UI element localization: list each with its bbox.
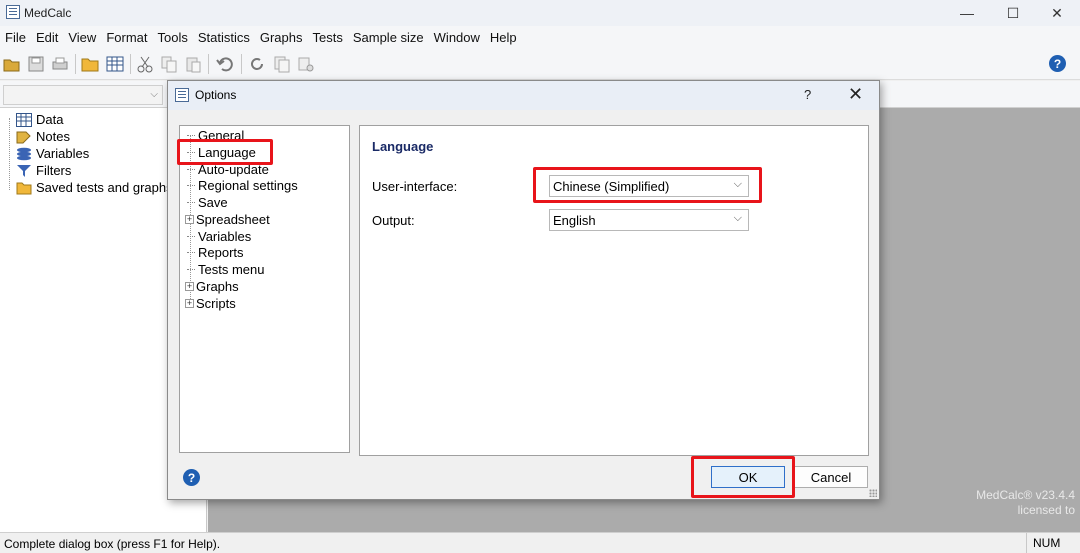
open-icon[interactable]: [3, 55, 21, 73]
category-label: Scripts: [196, 296, 236, 311]
category-reports[interactable]: Reports: [187, 244, 244, 261]
medcalc-app-icon: [6, 5, 20, 19]
tree-item-label: Data: [36, 112, 64, 127]
category-scripts[interactable]: + Scripts: [185, 295, 236, 312]
menu-view[interactable]: View: [63, 30, 101, 45]
spreadsheet-icon[interactable]: [106, 55, 124, 73]
dialog-title: Options: [195, 88, 237, 102]
copy-icon[interactable]: [160, 55, 178, 73]
paste-icon[interactable]: [184, 55, 202, 73]
toolbar: [0, 48, 1080, 80]
menu-bar: File Edit View Format Tools Statistics G…: [0, 26, 1080, 48]
chevron-down-icon: ⌵: [150, 89, 158, 100]
options-category-tree: General Language Auto-update Regional se…: [179, 125, 350, 453]
filter-icon: [17, 164, 31, 177]
category-label: Save: [198, 195, 228, 210]
highlight-ok-button: [691, 456, 795, 498]
output-label: Output:: [372, 213, 415, 228]
tree-item-label: Variables: [36, 146, 90, 161]
menu-tests[interactable]: Tests: [308, 30, 348, 45]
category-label: Tests menu: [198, 262, 265, 277]
dialog-help-icon[interactable]: ?: [183, 469, 200, 486]
category-label: Regional settings: [198, 178, 298, 193]
highlight-user-interface-select: [533, 167, 762, 203]
category-regional-settings[interactable]: Regional settings: [187, 177, 298, 194]
maximize-button[interactable]: ☐: [990, 0, 1036, 26]
print-icon[interactable]: [51, 55, 69, 73]
menu-tools[interactable]: Tools: [152, 30, 192, 45]
undo-icon[interactable]: [216, 55, 234, 73]
selected-value: English: [553, 212, 596, 228]
num-lock-indicator: NUM: [1026, 533, 1080, 553]
cancel-button[interactable]: Cancel: [794, 466, 868, 488]
resize-grip[interactable]: [869, 489, 877, 497]
category-label: Spreadsheet: [196, 212, 270, 227]
category-label: Variables: [198, 229, 252, 244]
chevron-down-icon: ⌵: [733, 212, 742, 224]
category-save[interactable]: Save: [187, 194, 228, 211]
folder-icon: [16, 182, 32, 194]
dialog-app-icon: [175, 88, 189, 102]
open-folder-icon[interactable]: [81, 55, 99, 73]
menu-edit[interactable]: Edit: [31, 30, 63, 45]
cut-icon[interactable]: [136, 55, 154, 73]
version-branding: MedCalc® v23.4.4 licensed to: [976, 488, 1075, 518]
expand-icon[interactable]: +: [185, 215, 194, 224]
highlight-language-category: [177, 139, 273, 165]
output-language-select[interactable]: English ⌵: [549, 209, 749, 231]
tree-item-variables[interactable]: Variables: [16, 145, 89, 162]
license-label: licensed to: [1017, 503, 1075, 517]
copy-page-icon[interactable]: [273, 55, 291, 73]
tree-item-label: Saved tests and graphs: [36, 180, 173, 195]
menu-format[interactable]: Format: [101, 30, 152, 45]
category-tests-menu[interactable]: Tests menu: [187, 261, 264, 278]
save-icon[interactable]: [27, 55, 45, 73]
status-text: Complete dialog box (press F1 for Help).: [4, 537, 221, 551]
tree-item-label: Notes: [36, 129, 70, 144]
panel-heading: Language: [372, 139, 434, 154]
version-label: MedCalc® v23.4.4: [976, 488, 1075, 502]
tree-item-data[interactable]: Data: [16, 111, 63, 128]
user-interface-label: User-interface:: [372, 179, 458, 194]
paste-special-icon[interactable]: [297, 55, 315, 73]
title-bar: MedCalc — ☐ ✕: [0, 0, 1080, 26]
tree-item-notes[interactable]: Notes: [16, 128, 70, 145]
minimize-button[interactable]: —: [944, 0, 990, 26]
tree-item-filters[interactable]: Filters: [16, 162, 71, 179]
notes-icon: [16, 131, 31, 143]
category-spreadsheet[interactable]: + Spreadsheet: [185, 211, 270, 228]
expand-icon[interactable]: +: [185, 282, 194, 291]
menu-file[interactable]: File: [0, 30, 31, 45]
dialog-close-button[interactable]: ✕: [848, 84, 863, 105]
category-label: Reports: [198, 245, 244, 260]
menu-window[interactable]: Window: [429, 30, 485, 45]
menu-graphs[interactable]: Graphs: [255, 30, 308, 45]
window-title: MedCalc: [24, 6, 72, 20]
close-window-button[interactable]: ✕: [1034, 0, 1080, 26]
category-label: Graphs: [196, 279, 239, 294]
options-dialog: Options ? ✕ General Language Auto-update…: [167, 80, 880, 500]
data-grid-icon: [16, 112, 32, 127]
menu-sample-size[interactable]: Sample size: [348, 30, 429, 45]
refresh-icon[interactable]: [248, 55, 266, 73]
expand-icon[interactable]: +: [185, 299, 194, 308]
view-selector-dropdown[interactable]: ⌵: [3, 85, 163, 105]
menu-statistics[interactable]: Statistics: [193, 30, 255, 45]
tree-item-saved-tests[interactable]: Saved tests and graphs: [16, 179, 173, 196]
dialog-help-button[interactable]: ?: [804, 87, 811, 102]
category-graphs[interactable]: + Graphs: [185, 278, 239, 295]
tree-item-label: Filters: [36, 163, 72, 178]
dialog-title-bar: Options ? ✕: [168, 81, 879, 110]
status-bar: Complete dialog box (press F1 for Help).…: [0, 532, 1080, 553]
help-icon[interactable]: ?: [1049, 55, 1066, 72]
variables-icon: [17, 147, 31, 160]
menu-help[interactable]: Help: [485, 30, 522, 45]
category-variables[interactable]: Variables: [187, 228, 251, 245]
